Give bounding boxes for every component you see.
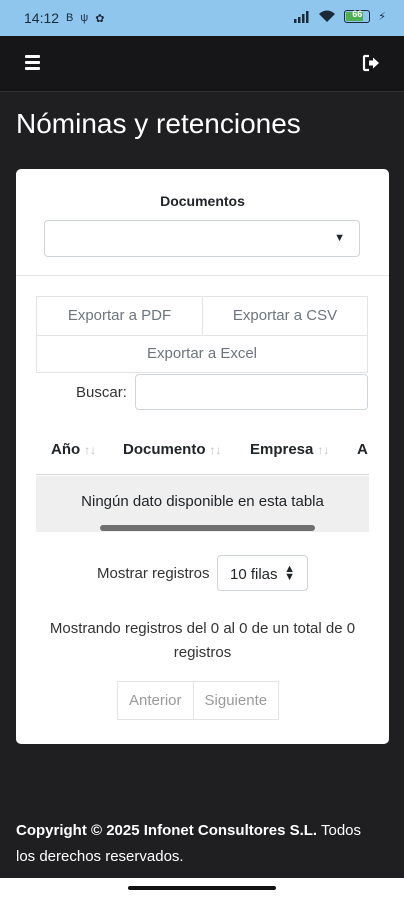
documents-label: Documentos <box>160 193 245 209</box>
status-right: 66 ⚡ <box>294 9 386 23</box>
menu-hamburger-icon[interactable] <box>25 55 40 70</box>
gesture-nav-area <box>0 878 404 900</box>
wifi-icon <box>319 10 336 22</box>
home-indicator-bar[interactable] <box>128 886 276 890</box>
empty-table-message: Ningún dato disponible en esta tabla <box>81 493 324 510</box>
select-arrows-icon: ▲ ▼ <box>284 563 295 583</box>
divider <box>16 275 389 276</box>
top-navbar <box>0 36 404 92</box>
column-header-document[interactable]: Documento ↑↓ <box>123 441 222 458</box>
next-page-button[interactable]: Siguiente <box>193 681 280 720</box>
battery-level: 66 <box>352 9 363 19</box>
search-input[interactable] <box>135 374 368 410</box>
copyright-text: Copyright © 2025 Infonet Consultores S.L… <box>16 822 318 839</box>
horizontal-scrollbar[interactable] <box>100 525 315 531</box>
column-header-company[interactable]: Empresa ↑↓ <box>250 441 329 458</box>
documents-select[interactable]: ▼ <box>44 220 360 257</box>
content-card: Documentos ▼ Exportar a PDF Exportar a C… <box>16 169 389 744</box>
sort-icon: ↑↓ <box>317 443 330 457</box>
export-excel-button[interactable]: Exportar a Excel <box>36 335 368 373</box>
export-pdf-button[interactable]: Exportar a PDF <box>36 296 203 336</box>
column-header-truncated[interactable]: A <box>357 441 368 458</box>
table-empty-row: Ningún dato disponible en esta tabla <box>36 476 369 532</box>
settings-gear-icon: ✿ <box>95 12 105 25</box>
column-header-year[interactable]: Año ↑↓ <box>51 441 96 458</box>
sort-icon: ↑↓ <box>84 443 97 457</box>
table-info: Mostrando registros del 0 al 0 de un tot… <box>49 620 356 661</box>
notification-b-icon: B <box>66 12 74 24</box>
pagination: Anterior Siguiente <box>117 681 280 720</box>
signal-icon <box>294 10 309 23</box>
status-left: 14:12 B ψ ✿ <box>24 10 104 26</box>
page-title: Nóminas y retenciones <box>16 108 301 139</box>
page-length-value: 10 filas <box>230 566 278 583</box>
caret-down-icon: ▼ <box>334 232 345 244</box>
search-label: Buscar: <box>76 384 127 401</box>
battery-icon: 66 <box>344 9 371 23</box>
status-time: 14:12 <box>24 10 60 26</box>
page-length-label: Mostrar registros <box>97 565 210 582</box>
table-header: Año ↑↓ Documento ↑↓ Empresa ↑↓ A <box>36 427 369 475</box>
footer: Copyright © 2025 Infonet Consultores S.L… <box>16 818 376 870</box>
usb-icon: ψ <box>80 12 89 24</box>
charging-bolt-icon: ⚡ <box>378 11 386 23</box>
export-csv-button[interactable]: Exportar a CSV <box>202 296 368 336</box>
page-length-select[interactable]: 10 filas ▲ ▼ <box>217 555 308 591</box>
sort-icon: ↑↓ <box>209 443 222 457</box>
previous-page-button[interactable]: Anterior <box>117 681 194 720</box>
logout-icon[interactable] <box>361 53 381 73</box>
status-bar: 14:12 B ψ ✿ 66 ⚡ <box>0 0 404 36</box>
